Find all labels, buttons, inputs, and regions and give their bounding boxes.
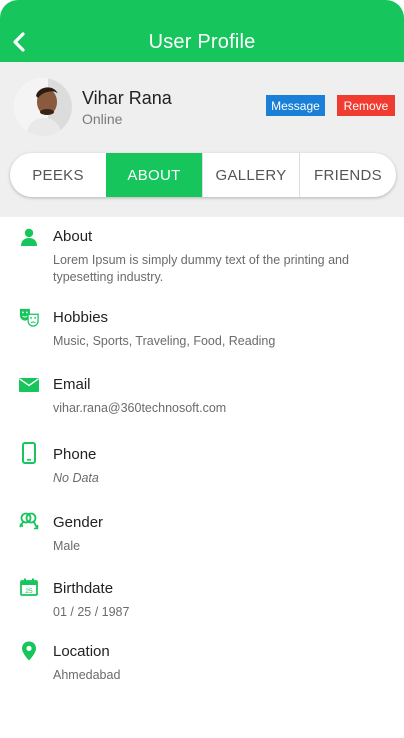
birthdate-title: Birthdate — [53, 580, 114, 597]
phone-value: No Data — [53, 471, 99, 485]
tab-friends[interactable]: FRIENDS — [299, 153, 396, 197]
about-title: About — [53, 228, 93, 245]
remove-button[interactable]: Remove — [337, 95, 395, 116]
location-title: Location — [53, 643, 110, 660]
page-title: User Profile — [148, 31, 256, 53]
location-value: Ahmedabad — [53, 668, 121, 682]
person-icon — [19, 227, 39, 247]
location-pin-icon — [19, 641, 39, 661]
gender-icon — [19, 511, 39, 531]
birthdate-value: 01 / 25 / 1987 — [53, 605, 130, 619]
envelope-icon — [19, 375, 39, 395]
calendar-day-number: 25 — [25, 588, 33, 595]
email-value: vihar.rana@360technosoft.com — [53, 401, 227, 415]
tab-peeks[interactable]: PEEKS — [10, 153, 106, 197]
phone-title: Phone — [53, 446, 97, 463]
message-button[interactable]: Message — [266, 95, 325, 116]
gender-value: Male — [53, 539, 81, 553]
app-header: User Profile — [0, 0, 404, 62]
hobbies-value: Music, Sports, Traveling, Food, Reading — [53, 334, 276, 348]
hobbies-title: Hobbies — [53, 309, 109, 326]
gender-title: Gender — [53, 514, 104, 531]
user-status: Online — [82, 111, 123, 127]
avatar-photo — [14, 78, 72, 136]
tab-gallery[interactable]: GALLERY — [202, 153, 299, 197]
phone-icon — [19, 442, 39, 464]
tab-about[interactable]: ABOUT — [106, 153, 202, 197]
theater-masks-icon — [19, 307, 39, 327]
profile-card: Vihar Rana Online Message Remove PEEKS A… — [0, 62, 404, 217]
profile-tabs: PEEKS ABOUT GALLERY FRIENDS — [10, 153, 396, 197]
email-title: Email — [53, 376, 91, 393]
user-name: Vihar Rana — [82, 88, 172, 108]
about-value: Lorem Ipsum is simply dummy text of the … — [53, 253, 349, 284]
calendar-icon: 25 — [19, 577, 39, 597]
avatar[interactable] — [14, 78, 72, 136]
